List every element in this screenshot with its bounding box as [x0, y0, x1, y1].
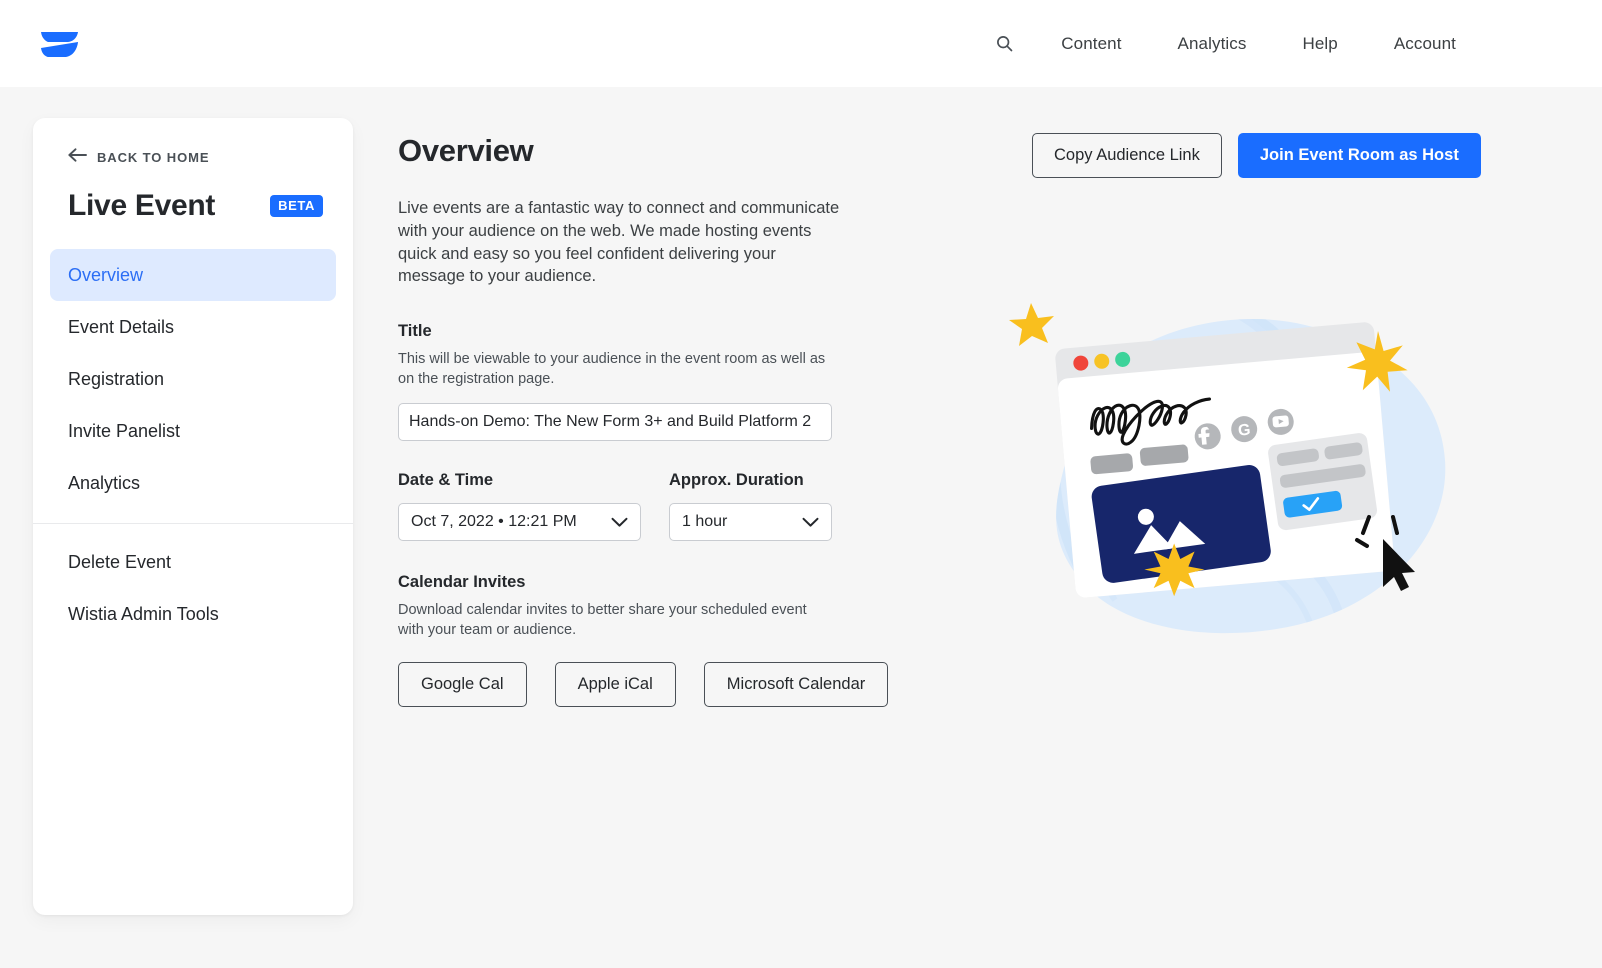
main-navigation: Content Analytics Help Account	[975, 0, 1484, 87]
duration-value: 1 hour	[682, 513, 728, 531]
date-time-value: Oct 7, 2022 • 12:21 PM	[411, 513, 577, 531]
sidebar-item-label: Event Details	[68, 316, 175, 337]
microsoft-calendar-button[interactable]: Microsoft Calendar	[703, 662, 889, 708]
sidebar-item-overview[interactable]: Overview	[50, 249, 336, 301]
wistia-logo[interactable]	[38, 22, 84, 66]
sidebar-item-label: Analytics	[68, 472, 141, 493]
sidebar-item-wistia-admin-tools[interactable]: Wistia Admin Tools	[50, 588, 336, 640]
nav-link-content[interactable]: Content	[1033, 26, 1149, 62]
live-event-browser-illustration: G	[985, 295, 1455, 665]
sidebar-item-invite-panelist[interactable]: Invite Panelist	[50, 405, 336, 457]
sidebar-item-registration[interactable]: Registration	[50, 353, 336, 405]
back-to-home-link[interactable]: BACK TO HOME	[68, 148, 209, 167]
header-actions: Copy Audience Link Join Event Room as Ho…	[1032, 133, 1481, 178]
sidebar-item-event-details[interactable]: Event Details	[50, 301, 336, 353]
sidebar-item-analytics[interactable]: Analytics	[50, 457, 336, 509]
sidebar-title-row: Live Event BETA	[68, 189, 323, 223]
nav-link-account[interactable]: Account	[1366, 26, 1484, 62]
date-time-select[interactable]: Oct 7, 2022 • 12:21 PM	[398, 503, 641, 542]
date-time-label: Date & Time	[398, 471, 494, 490]
schedule-field-group: Date & Time Oct 7, 2022 • 12:21 PM Appro…	[398, 471, 1018, 542]
google-cal-button[interactable]: Google Cal	[398, 662, 527, 708]
event-sidebar: BACK TO HOME Live Event BETA Overview Ev…	[33, 118, 353, 915]
calendar-invites-label: Calendar Invites	[398, 573, 526, 592]
sidebar-item-label: Wistia Admin Tools	[68, 603, 219, 624]
svg-text:G: G	[1237, 422, 1251, 440]
event-title-input[interactable]	[398, 403, 832, 442]
sidebar-title: Live Event	[68, 189, 216, 222]
nav-link-analytics[interactable]: Analytics	[1150, 26, 1275, 62]
date-time-field: Date & Time Oct 7, 2022 • 12:21 PM	[398, 471, 641, 542]
intro-paragraph: Live events are a fantastic way to conne…	[398, 199, 840, 286]
sidebar-item-label: Invite Panelist	[68, 420, 181, 441]
sidebar-item-delete-event[interactable]: Delete Event	[50, 536, 336, 588]
search-icon[interactable]	[975, 24, 1033, 64]
join-event-room-button[interactable]: Join Event Room as Host	[1237, 133, 1481, 178]
calendar-invites-group: Calendar Invites Download calendar invit…	[398, 573, 1018, 708]
apple-ical-button[interactable]: Apple iCal	[554, 662, 676, 708]
star-top-left	[1009, 303, 1054, 346]
title-field-label: Title	[398, 322, 432, 341]
sidebar-divider	[33, 523, 353, 524]
duration-select[interactable]: 1 hour	[669, 503, 832, 542]
page-title: Overview	[398, 133, 534, 168]
sidebar-item-label: Delete Event	[68, 551, 172, 572]
calendar-invites-help: Download calendar invites to better shar…	[398, 602, 807, 639]
sidebar-item-label: Overview	[68, 264, 144, 285]
title-field-group: Title This will be viewable to your audi…	[398, 322, 1018, 442]
main-content: Overview Live events are a fantastic way…	[398, 118, 1018, 708]
arrow-left-icon	[68, 148, 87, 167]
duration-field: Approx. Duration 1 hour	[669, 471, 832, 542]
nav-link-help[interactable]: Help	[1274, 26, 1365, 62]
calendar-invite-buttons: Google Cal Apple iCal Microsoft Calendar	[398, 662, 1018, 708]
chevron-down-icon	[611, 517, 628, 528]
top-bar: Content Analytics Help Account	[0, 0, 1602, 87]
beta-badge: BETA	[270, 195, 323, 217]
chevron-down-icon	[802, 517, 819, 528]
copy-audience-link-button[interactable]: Copy Audience Link	[1032, 133, 1222, 178]
back-to-home-label: BACK TO HOME	[97, 150, 210, 165]
duration-label: Approx. Duration	[669, 471, 804, 490]
title-field-help: This will be viewable to your audience i…	[398, 351, 826, 388]
sidebar-nav: Overview Event Details Registration Invi…	[33, 249, 353, 640]
sidebar-item-label: Registration	[68, 368, 165, 389]
